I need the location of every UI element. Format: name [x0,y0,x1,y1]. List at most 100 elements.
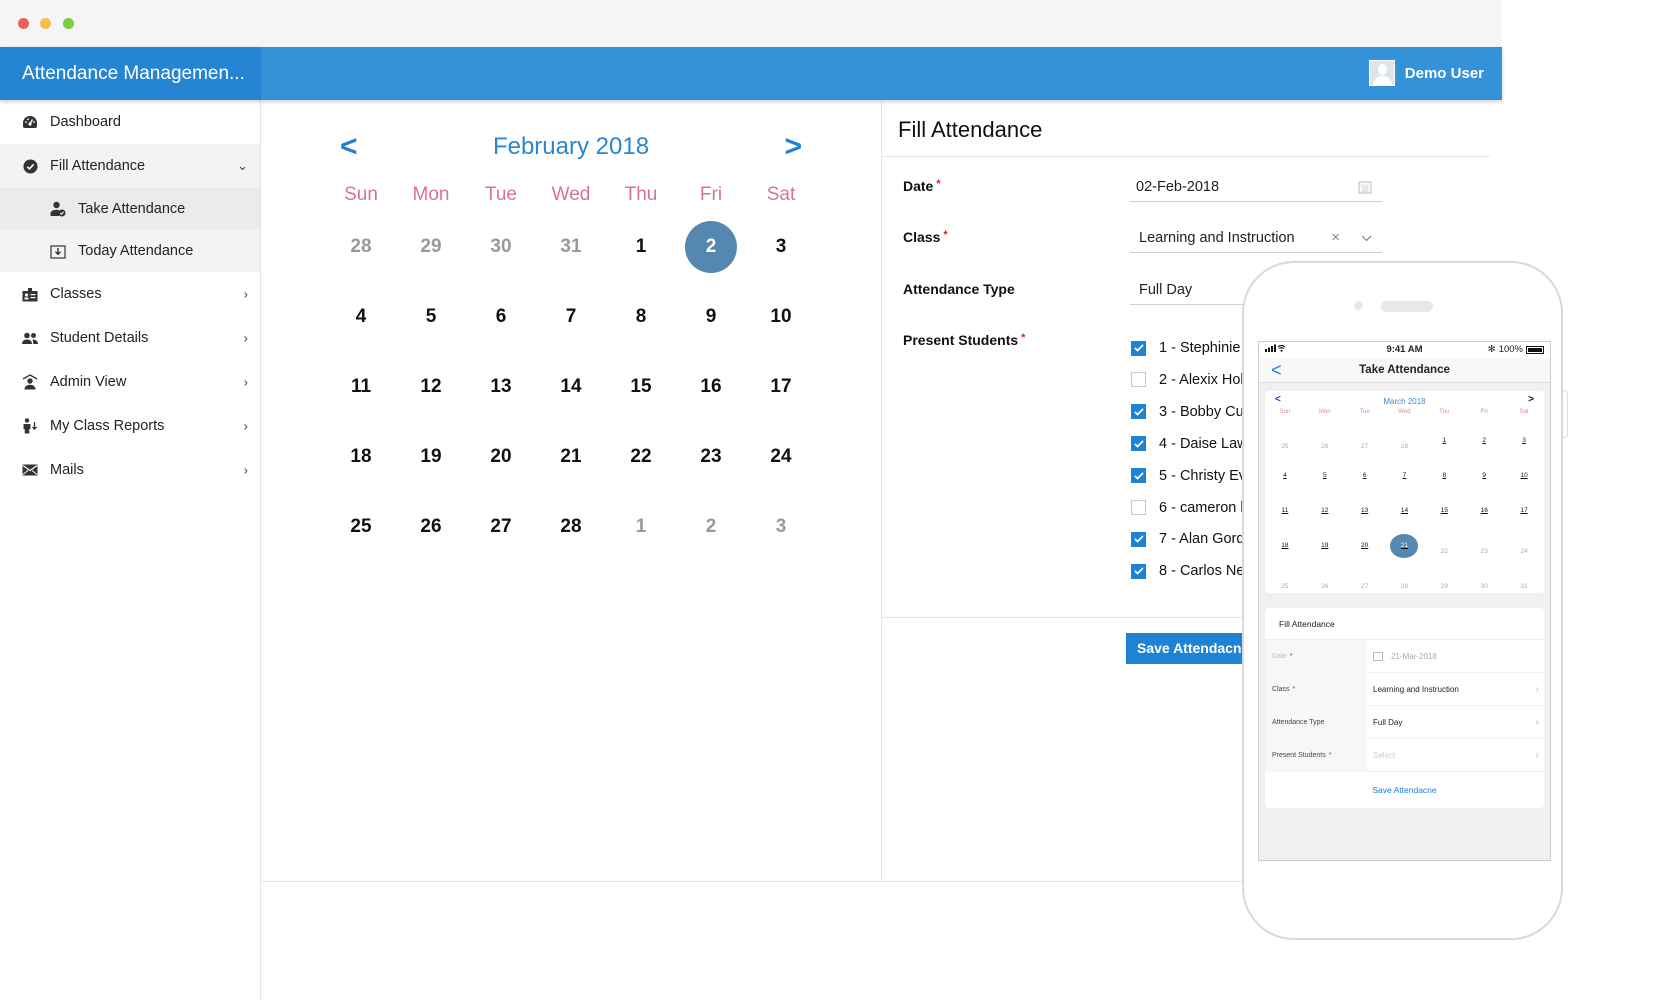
checkbox-checked[interactable] [1131,563,1146,579]
calendar-day[interactable]: 12 [396,352,466,422]
phone-calendar-day[interactable]: 13 [1345,493,1385,528]
phone-calendar-day[interactable]: 17 [1504,493,1544,528]
calendar-day-selected[interactable]: 2 [676,212,746,282]
sidebar-item-student-details[interactable]: Student Details › [0,316,260,360]
calendar-day[interactable]: 3 [746,492,816,562]
calendar-day[interactable]: 1 [606,492,676,562]
phone-calendar-day[interactable]: 18 [1265,528,1305,563]
class-select[interactable]: Learning and Instruction × [1130,223,1382,253]
calendar-day[interactable]: 22 [606,422,676,492]
phone-calendar-next-button[interactable]: > [1528,394,1534,405]
calendar-day[interactable]: 25 [326,492,396,562]
calendar-day[interactable]: 2 [676,492,746,562]
phone-calendar-day[interactable]: 24 [1504,528,1544,563]
calendar-day[interactable]: 28 [536,492,606,562]
phone-calendar-day-selected[interactable]: 21 [1385,528,1425,563]
phone-calendar-day[interactable]: 4 [1265,458,1305,493]
calendar-day[interactable]: 30 [466,212,536,282]
phone-calendar-day[interactable]: 9 [1464,458,1504,493]
student-checkbox-item[interactable]: 4 - Daise Law [1131,434,1248,454]
calendar-day[interactable]: 6 [466,282,536,352]
phone-calendar-day[interactable]: 30 [1464,563,1504,598]
calendar-icon[interactable] [1358,172,1372,205]
calendar-day[interactable]: 4 [326,282,396,352]
phone-calendar-day[interactable]: 27 [1345,423,1385,458]
app-title[interactable]: Attendance Managemen... [0,47,261,100]
chevron-down-icon[interactable] [1361,223,1372,253]
calendar-day[interactable]: 5 [396,282,466,352]
calendar-day[interactable]: 29 [396,212,466,282]
phone-calendar-day[interactable]: 20 [1345,528,1385,563]
sidebar-item-admin-view[interactable]: Admin View › [0,360,260,404]
minimize-window-button[interactable] [40,18,51,29]
maximize-window-button[interactable] [63,18,74,29]
calendar-day[interactable]: 18 [326,422,396,492]
phone-calendar-day[interactable]: 7 [1385,458,1425,493]
sidebar-item-fill-attendance[interactable]: Fill Attendance ⌄ [0,144,260,188]
calendar-day[interactable]: 28 [326,212,396,282]
student-checkbox-item[interactable]: 1 - Stephinie I [1131,338,1248,358]
checkbox-checked[interactable] [1131,436,1146,452]
student-checkbox-item[interactable]: 6 - cameron h [1131,498,1248,518]
calendar-day[interactable]: 3 [746,212,816,282]
phone-calendar-day[interactable]: 23 [1464,528,1504,563]
phone-calendar-day[interactable]: 25 [1265,423,1305,458]
phone-save-attendance-button[interactable]: Save Attendacne [1265,772,1544,808]
calendar-day[interactable]: 21 [536,422,606,492]
sidebar-item-dashboard[interactable]: Dashboard [0,100,260,144]
calendar-day[interactable]: 10 [746,282,816,352]
calendar-day[interactable]: 11 [326,352,396,422]
clear-icon[interactable]: × [1331,223,1340,253]
date-field[interactable]: 02-Feb-2018 [1130,172,1382,202]
sidebar-item-my-class-reports[interactable]: My Class Reports › [0,404,260,448]
student-checkbox-item[interactable]: 7 - Alan Gord [1131,529,1244,549]
calendar-day[interactable]: 27 [466,492,536,562]
calendar-day[interactable]: 26 [396,492,466,562]
calendar-day[interactable]: 1 [606,212,676,282]
phone-calendar-day[interactable]: 29 [1424,563,1464,598]
checkbox-checked[interactable] [1131,468,1146,484]
sidebar-item-today-attendance[interactable]: Today Attendance [0,230,260,272]
close-window-button[interactable] [18,18,29,29]
student-checkbox-item[interactable]: 3 - Bobby Cur [1131,402,1248,422]
student-checkbox-item[interactable]: 2 - Alexix Hol [1131,370,1244,390]
calendar-day[interactable]: 20 [466,422,536,492]
phone-calendar-day[interactable]: 11 [1265,493,1305,528]
student-checkbox-item[interactable]: 8 - Carlos Nev [1131,561,1252,581]
checkbox-unchecked[interactable] [1131,372,1146,388]
sidebar-item-take-attendance[interactable]: Take Attendance [0,188,260,230]
calendar-day[interactable]: 9 [676,282,746,352]
student-checkbox-item[interactable]: 5 - Christy Ev [1131,466,1246,486]
phone-calendar-day[interactable]: 10 [1504,458,1544,493]
calendar-day[interactable]: 7 [536,282,606,352]
checkbox-unchecked[interactable] [1131,500,1146,515]
calendar-day[interactable]: 15 [606,352,676,422]
phone-calendar-day[interactable]: 3 [1504,423,1544,458]
phone-attendance-type-row[interactable]: Attendance Type Full Day › [1265,706,1544,739]
sidebar-item-classes[interactable]: Classes › [0,272,260,316]
calendar-day[interactable]: 19 [396,422,466,492]
phone-calendar-day[interactable]: 15 [1424,493,1464,528]
phone-calendar-day[interactable]: 31 [1504,563,1544,598]
phone-calendar-day[interactable]: 5 [1305,458,1345,493]
phone-calendar-day[interactable]: 12 [1305,493,1345,528]
phone-calendar-day[interactable]: 8 [1424,458,1464,493]
phone-calendar-day[interactable]: 28 [1385,423,1425,458]
calendar-day[interactable]: 24 [746,422,816,492]
phone-calendar-day[interactable]: 28 [1385,563,1425,598]
phone-class-row[interactable]: Class * Learning and Instruction › [1265,673,1544,706]
phone-calendar-day[interactable]: 1 [1424,423,1464,458]
phone-present-students-row[interactable]: Present Students * Select › [1265,739,1544,772]
phone-calendar-day[interactable]: 26 [1305,563,1345,598]
calendar-day[interactable]: 13 [466,352,536,422]
phone-date-row[interactable]: Date * 21-Mar-2018 [1265,640,1544,673]
phone-calendar-day[interactable]: 2 [1464,423,1504,458]
calendar-day[interactable]: 31 [536,212,606,282]
phone-calendar-day[interactable]: 26 [1305,423,1345,458]
phone-calendar-day[interactable]: 16 [1464,493,1504,528]
sidebar-item-mails[interactable]: Mails › [0,448,260,492]
phone-calendar-day[interactable]: 19 [1305,528,1345,563]
phone-calendar-day[interactable]: 6 [1345,458,1385,493]
calendar-day[interactable]: 14 [536,352,606,422]
checkbox-checked[interactable] [1131,404,1146,420]
